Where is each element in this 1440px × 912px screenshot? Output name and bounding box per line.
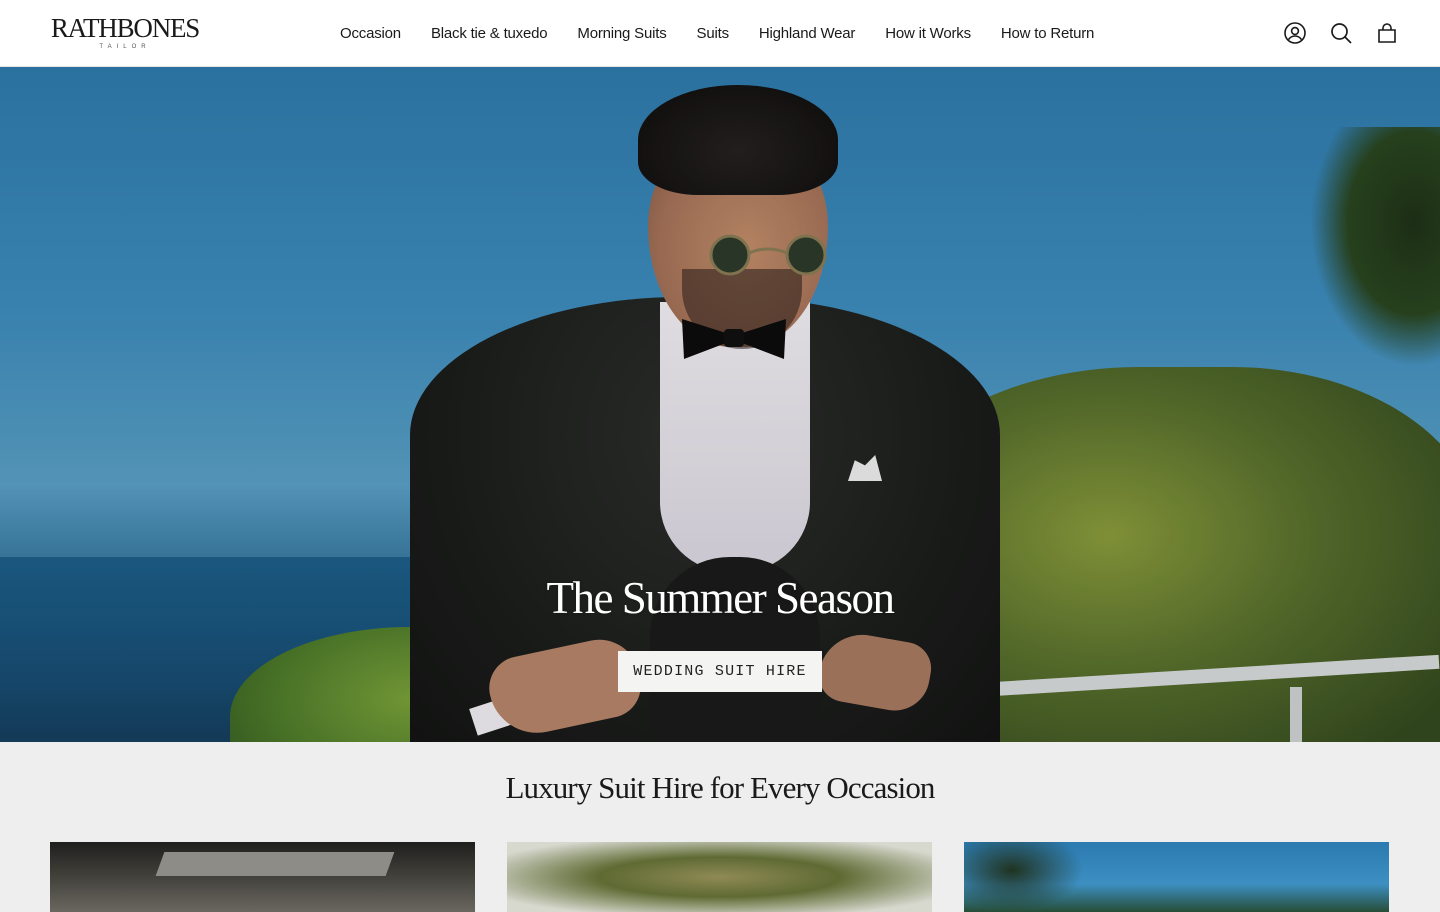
nav-item-how-it-works[interactable]: How it Works: [870, 25, 986, 42]
brand-logo[interactable]: RATHBONES TAILOR: [49, 14, 201, 52]
header-actions: [1282, 20, 1400, 46]
nav-item-occasion[interactable]: Occasion: [325, 25, 416, 42]
nav-item-highland-wear[interactable]: Highland Wear: [744, 25, 870, 42]
nav-item-black-tie[interactable]: Black tie & tuxedo: [416, 25, 562, 42]
site-header: RATHBONES TAILOR Occasion Black tie & tu…: [0, 0, 1440, 67]
hero-title: The Summer Season: [546, 573, 895, 623]
occasion-card[interactable]: [50, 842, 475, 912]
occasion-card[interactable]: [507, 842, 932, 912]
nav-item-how-to-return[interactable]: How to Return: [986, 25, 1109, 42]
wedding-suit-hire-button[interactable]: WEDDING SUIT HIRE: [618, 651, 822, 692]
hero-banner: The Summer Season WEDDING SUIT HIRE: [0, 67, 1440, 742]
main-nav: Occasion Black tie & tuxedo Morning Suit…: [325, 0, 1109, 66]
brand-name: RATHBONES: [50, 13, 200, 43]
nav-item-morning-suits[interactable]: Morning Suits: [562, 25, 681, 42]
occasion-cards: [50, 842, 1390, 912]
occasion-card[interactable]: [964, 842, 1389, 912]
hero-overlay: [0, 67, 1440, 742]
account-icon[interactable]: [1282, 20, 1308, 46]
cart-icon[interactable]: [1374, 20, 1400, 46]
brand-tagline: TAILOR: [99, 44, 151, 50]
search-icon[interactable]: [1328, 20, 1354, 46]
nav-item-suits[interactable]: Suits: [682, 25, 744, 42]
section-title: Luxury Suit Hire for Every Occasion: [505, 770, 935, 805]
